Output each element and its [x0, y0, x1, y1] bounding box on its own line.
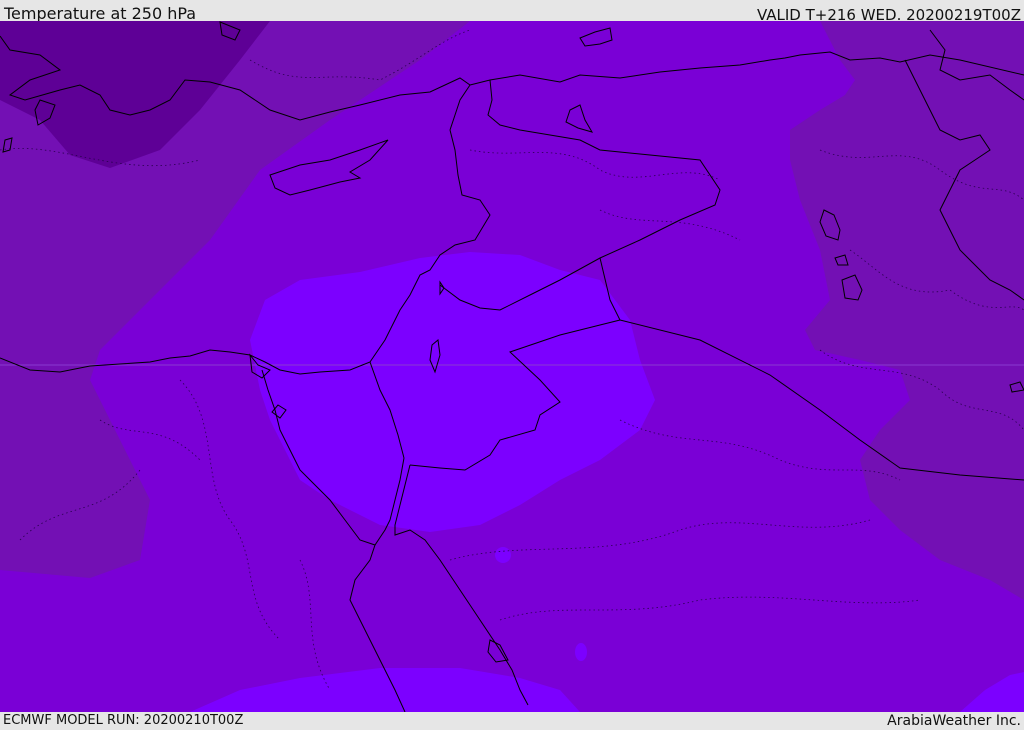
model-run: ECMWF MODEL RUN: 20200210T00Z: [3, 713, 244, 728]
warm-blob-1: [495, 547, 511, 563]
temperature-map: [0, 21, 1024, 712]
credit: ArabiaWeather Inc.: [887, 713, 1021, 729]
header-bar: Temperature at 250 hPa VALID T+216 WED. …: [0, 0, 1024, 24]
footer-bar: ECMWF MODEL RUN: 20200210T00Z ArabiaWeat…: [0, 712, 1024, 729]
warm-blob-2: [575, 643, 587, 661]
